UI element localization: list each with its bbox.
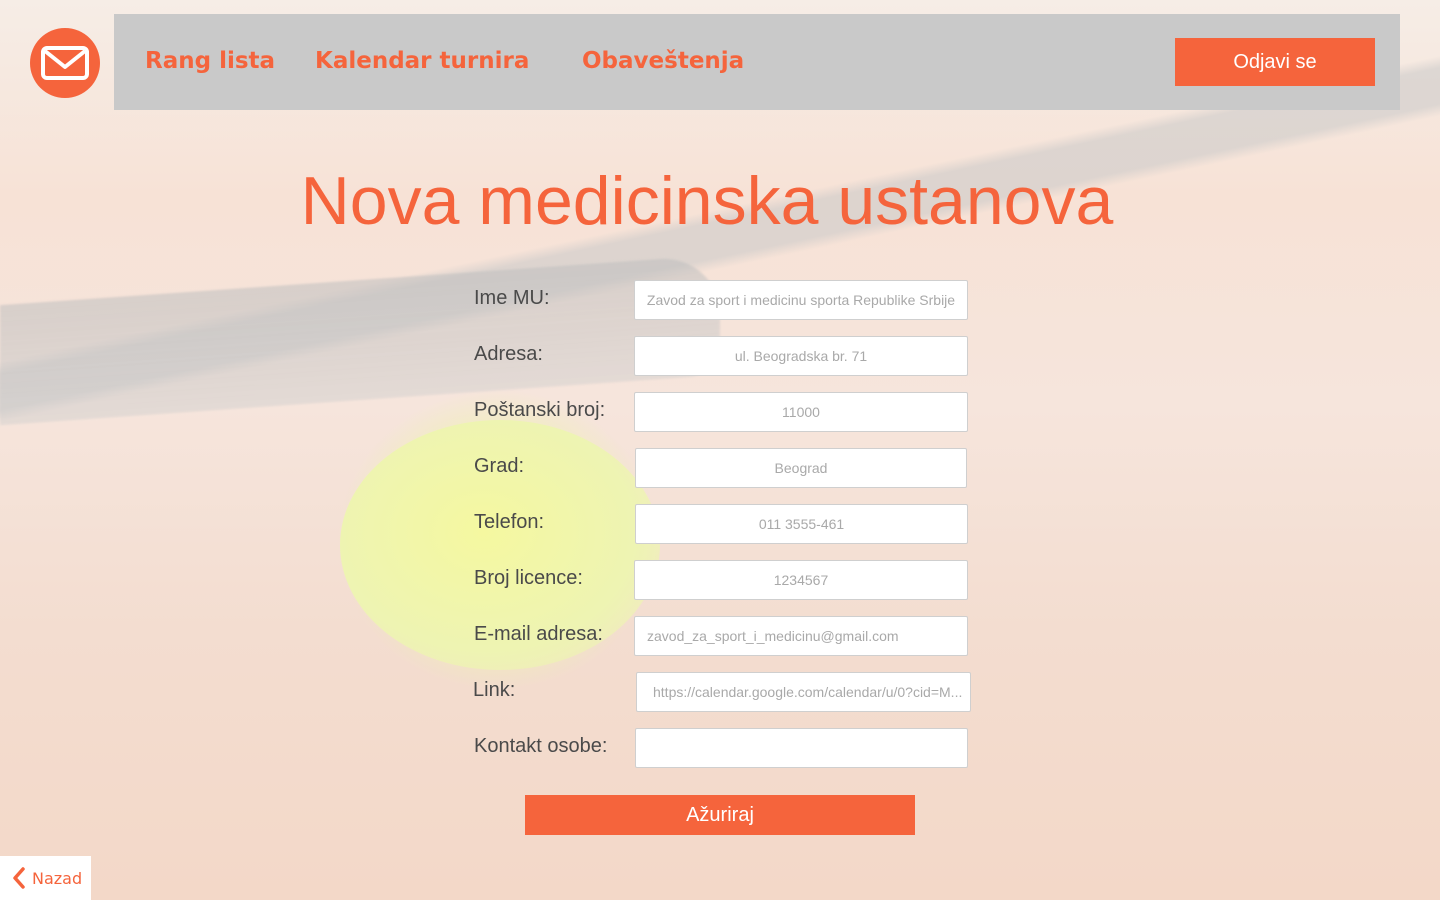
field-label: Grad: xyxy=(474,455,525,477)
broj-licence-input[interactable] xyxy=(634,560,968,600)
kontakt-osobe-input[interactable] xyxy=(635,728,968,768)
form-row-grad: Grad: xyxy=(474,448,974,488)
field-label: Link: xyxy=(473,679,516,701)
field-label: Broj licence: xyxy=(474,567,583,589)
page-title: Nova medicinska ustanova xyxy=(300,163,1114,239)
postanski-broj-input[interactable] xyxy=(634,392,968,432)
link-input[interactable] xyxy=(636,672,971,712)
form-row-adresa: Adresa: xyxy=(474,336,974,376)
form-row-kontakt-osobe: Kontakt osobe: xyxy=(474,728,974,768)
mail-logo-button[interactable] xyxy=(30,28,100,98)
back-button[interactable]: Nazad xyxy=(0,856,91,900)
nav-link-rang-lista[interactable]: Rang lista xyxy=(145,48,275,74)
field-label: E-mail adresa: xyxy=(474,623,603,645)
grad-input[interactable] xyxy=(635,448,967,488)
email-input[interactable] xyxy=(634,616,968,656)
logout-button[interactable]: Odjavi se xyxy=(1175,38,1375,86)
field-label: Adresa: xyxy=(474,343,543,365)
chevron-left-icon xyxy=(13,867,25,889)
form-row-ime-mu: Ime MU: xyxy=(474,280,974,320)
ime-mu-input[interactable] xyxy=(634,280,968,320)
telefon-input[interactable] xyxy=(635,504,968,544)
field-label: Kontakt osobe: xyxy=(474,735,608,757)
nav-link-kalendar-turnira[interactable]: Kalendar turnira xyxy=(315,48,529,74)
adresa-input[interactable] xyxy=(634,336,968,376)
form-row-telefon: Telefon: xyxy=(474,504,974,544)
field-label: Telefon: xyxy=(474,511,545,533)
form-row-email: E-mail adresa: xyxy=(474,616,974,656)
form-row-link: Link: xyxy=(473,672,973,712)
envelope-icon xyxy=(41,46,89,80)
field-label: Ime MU: xyxy=(474,287,550,309)
azuriraj-button[interactable]: Ažuriraj xyxy=(525,795,915,835)
form-row-postanski-broj: Poštanski broj: xyxy=(474,392,974,432)
top-navbar: Rang lista Kalendar turnira Obaveštenja … xyxy=(114,14,1400,110)
form-row-broj-licence: Broj licence: xyxy=(474,560,974,600)
back-label: Nazad xyxy=(32,868,83,888)
field-label: Poštanski broj: xyxy=(474,399,606,421)
nav-link-obavestenja[interactable]: Obaveštenja xyxy=(582,48,744,74)
